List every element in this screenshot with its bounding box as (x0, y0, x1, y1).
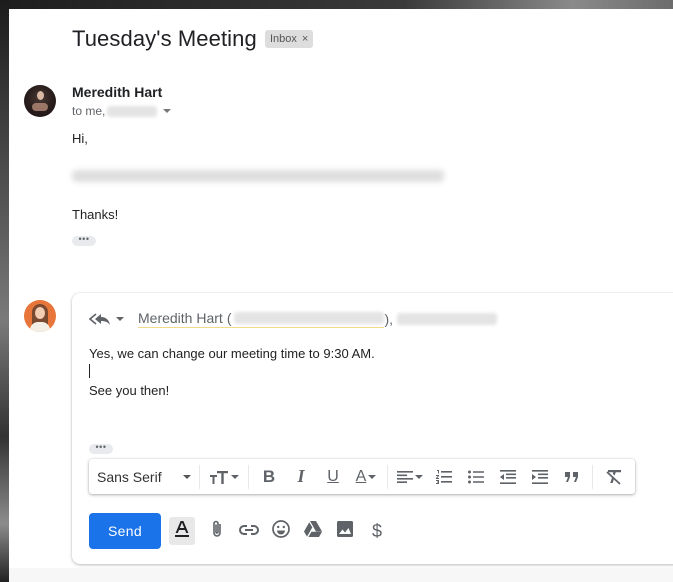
recipient-paren-close: ), (384, 311, 394, 327)
indent-more-icon (532, 469, 548, 484)
message-greeting: Hi, (72, 131, 88, 146)
font-family-value: Sans Serif (97, 468, 162, 485)
sender-avatar[interactable] (24, 85, 56, 117)
redacted-second-recipient[interactable] (397, 313, 498, 325)
formatting-options-button[interactable] (169, 517, 195, 545)
underline-icon: U (327, 467, 339, 485)
show-trimmed-content-button[interactable]: ••• (72, 235, 96, 246)
chevron-down-icon (368, 474, 377, 479)
avatar-face (37, 91, 44, 100)
avatar-face (35, 307, 45, 319)
chevron-down-icon (415, 474, 423, 479)
redacted-recipient-email (234, 312, 385, 324)
thread-subject: Tuesday's Meeting (72, 26, 257, 51)
chevron-down-icon (231, 474, 239, 479)
inbox-label-chip[interactable]: Inbox × (265, 30, 314, 48)
message-closing: Thanks! (72, 207, 119, 222)
text-cursor (89, 364, 90, 378)
recipient-paren-open: ( (226, 310, 232, 326)
insert-emoji-button[interactable] (265, 517, 297, 545)
bulleted-list-icon (468, 470, 484, 484)
drive-icon (304, 520, 322, 542)
reply-header: Meredith Hart ( ), (88, 310, 498, 328)
insert-drive-button[interactable] (297, 517, 329, 545)
numbered-list-icon (436, 469, 452, 484)
text-format-icon (174, 520, 190, 543)
remove-formatting-button[interactable] (597, 463, 631, 491)
text-color-icon: A (355, 467, 367, 485)
indent-less-icon (500, 469, 516, 484)
align-icon (397, 470, 413, 483)
recipients-line: to me, (72, 104, 172, 118)
toolbar-divider (592, 464, 593, 489)
sender-name[interactable]: Meredith Hart (72, 84, 162, 100)
text-color-button[interactable]: A (349, 463, 383, 491)
recipient-name: Meredith Hart (138, 310, 223, 326)
compose-body-line-3[interactable]: See you then! (89, 383, 169, 398)
redacted-recipient (107, 105, 158, 117)
desktop-background-left (0, 0, 9, 582)
quote-icon (565, 471, 579, 482)
emoji-icon (272, 519, 290, 543)
send-button[interactable]: Send (89, 513, 161, 549)
reply-type-caret-icon[interactable] (116, 317, 124, 321)
compose-actions: $ (169, 517, 393, 545)
show-trimmed-content-button[interactable]: ••• (89, 443, 113, 454)
avatar-detail (32, 103, 48, 111)
dollar-icon: $ (371, 520, 382, 541)
text-size-button[interactable] (204, 463, 244, 491)
label-text: Inbox (270, 33, 297, 45)
insert-link-button[interactable] (233, 517, 265, 545)
image-icon (337, 520, 353, 542)
panel-footer-area (9, 568, 673, 582)
indent-less-button[interactable] (492, 463, 524, 491)
toolbar-divider (387, 464, 388, 489)
bulleted-list-button[interactable] (460, 463, 492, 491)
insert-photo-button[interactable] (329, 517, 361, 545)
recipient-chip[interactable]: Meredith Hart ( (138, 310, 385, 328)
formatting-toolbar: Sans Serif B I U A (89, 459, 635, 494)
quote-button[interactable] (556, 463, 588, 491)
align-button[interactable] (392, 463, 428, 491)
bold-button[interactable]: B (253, 463, 285, 491)
italic-icon: I (297, 466, 305, 486)
to-prefix: to me, (72, 104, 106, 118)
remove-formatting-icon (606, 469, 622, 485)
link-icon (239, 522, 259, 540)
remove-label-icon[interactable]: × (302, 30, 308, 48)
desktop-background-top (0, 0, 673, 9)
indent-more-button[interactable] (524, 463, 556, 491)
numbered-list-button[interactable] (428, 463, 460, 491)
chevron-down-icon (183, 474, 191, 479)
bold-icon: B (262, 466, 276, 486)
italic-button[interactable]: I (285, 463, 317, 491)
underline-button[interactable]: U (317, 463, 349, 491)
text-size-icon (209, 470, 229, 484)
attach-files-button[interactable] (201, 517, 233, 545)
paperclip-icon (212, 520, 222, 543)
send-money-button[interactable]: $ (361, 517, 393, 545)
font-family-select[interactable]: Sans Serif (89, 459, 195, 494)
compose-body-line-1[interactable]: Yes, we can change our meeting time to 9… (89, 346, 375, 361)
avatar-shirt (30, 322, 50, 332)
toolbar-divider (248, 464, 249, 489)
show-details-caret-icon[interactable] (163, 109, 172, 113)
message-body-redacted (72, 170, 444, 182)
my-avatar (24, 300, 56, 332)
toolbar-divider (199, 464, 200, 489)
reply-all-icon[interactable] (88, 312, 111, 326)
